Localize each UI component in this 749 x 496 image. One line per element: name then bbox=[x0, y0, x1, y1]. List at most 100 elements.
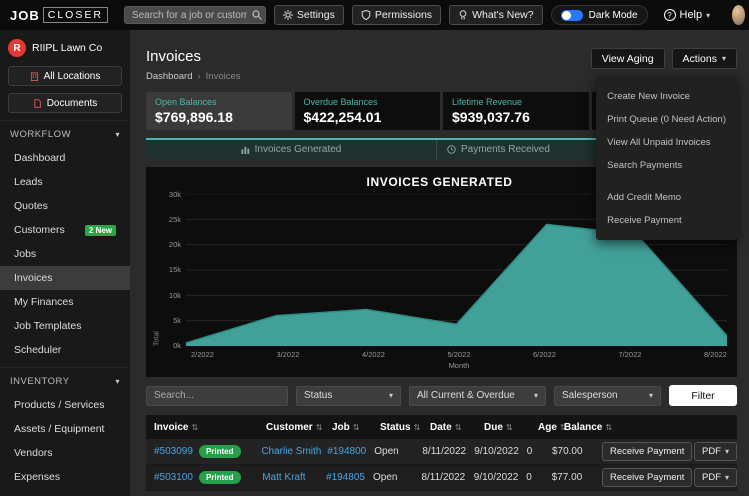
header-job: Job⇅ bbox=[324, 422, 372, 433]
due-cell: 9/10/2022 bbox=[466, 472, 519, 483]
menu-item-create-new-invoice[interactable]: Create New Invoice bbox=[596, 85, 737, 108]
status-select-value: Status bbox=[304, 390, 332, 401]
due-cell: 9/10/2022 bbox=[466, 446, 519, 457]
sidebar-item-label: Dashboard bbox=[14, 152, 65, 164]
documents-button[interactable]: Documents bbox=[8, 93, 122, 113]
sort-icon[interactable]: ⇅ bbox=[506, 423, 513, 432]
y-tick-label: 0k bbox=[162, 341, 181, 350]
receive-payment-button[interactable]: Receive Payment bbox=[602, 442, 692, 461]
current-overdue-select[interactable]: All Current & Overdue ▾ bbox=[409, 386, 546, 406]
y-tick-label: 25k bbox=[162, 215, 181, 224]
stat-card-open-balances[interactable]: Open Balances $769,896.18 bbox=[146, 92, 292, 130]
x-tick-label: 7/2022 bbox=[619, 350, 642, 359]
lightbulb-icon bbox=[458, 10, 468, 20]
document-icon bbox=[33, 99, 42, 108]
stat-card-overdue-balances[interactable]: Overdue Balances $422,254.01 bbox=[295, 92, 441, 130]
app-logo: JOB CLOSER bbox=[10, 7, 108, 23]
menu-item-view-all-unpaid-invoices[interactable]: View All Unpaid Invoices bbox=[596, 131, 737, 154]
sidebar-section-workflow[interactable]: WORKFLOW ▾ bbox=[0, 120, 130, 146]
user-menu[interactable]: Billy Kraft ▾ bbox=[732, 3, 749, 27]
sidebar: R RIIPL Lawn Co All Locations Documents … bbox=[0, 30, 130, 496]
menu-item-receive-payment[interactable]: Receive Payment bbox=[596, 209, 737, 232]
sidebar-section-inventory[interactable]: INVENTORY ▾ bbox=[0, 367, 130, 393]
chevron-down-icon: ▾ bbox=[725, 473, 729, 482]
sidebar-item-label: Invoices bbox=[14, 272, 53, 284]
receive-payment-button[interactable]: Receive Payment bbox=[602, 468, 692, 487]
company-selector[interactable]: R RIIPL Lawn Co bbox=[0, 39, 130, 66]
permissions-button[interactable]: Permissions bbox=[352, 5, 441, 25]
sidebar-item-jobs[interactable]: Jobs bbox=[0, 242, 130, 266]
header-due: Due⇅ bbox=[476, 422, 530, 433]
sidebar-item-quotes[interactable]: Quotes bbox=[0, 194, 130, 218]
chart-y-axis: Total 30k25k20k15k10k5k0k bbox=[152, 194, 186, 346]
sidebar-item-customers[interactable]: Customers 2 New bbox=[0, 218, 130, 242]
tab-label: Invoices Generated bbox=[255, 144, 342, 155]
stat-card-lifetime-revenue[interactable]: Lifetime Revenue $939,037.76 bbox=[443, 92, 589, 130]
sort-icon[interactable]: ⇅ bbox=[455, 423, 462, 432]
sidebar-item-dashboard[interactable]: Dashboard bbox=[0, 146, 130, 170]
sidebar-item-vendors[interactable]: Vendors bbox=[0, 441, 130, 465]
actions-button[interactable]: Actions ▾ bbox=[672, 48, 737, 69]
global-search-input[interactable] bbox=[124, 6, 266, 24]
sidebar-item-leads[interactable]: Leads bbox=[0, 170, 130, 194]
all-locations-button[interactable]: All Locations bbox=[8, 66, 122, 86]
sidebar-item-my-finances[interactable]: My Finances bbox=[0, 290, 130, 314]
table-row: #503100Printed Matt Kraft #194805 Open 8… bbox=[146, 465, 737, 491]
header-actions: View Aging Actions ▾ bbox=[591, 48, 737, 69]
customers-new-badge: 2 New bbox=[85, 225, 116, 236]
job-link[interactable]: #194800 bbox=[327, 446, 366, 457]
stat-label: Overdue Balances bbox=[304, 97, 432, 107]
stat-label: Open Balances bbox=[155, 97, 283, 107]
sidebar-item-expenses[interactable]: Expenses bbox=[0, 465, 130, 489]
sidebar-item-invoices[interactable]: Invoices bbox=[0, 266, 130, 290]
topbar: JOB CLOSER Settings Permissions What's N… bbox=[0, 0, 749, 30]
invoice-link[interactable]: #503099 bbox=[154, 446, 193, 457]
toggle-knob bbox=[562, 11, 571, 20]
filter-row: Status ▾ All Current & Overdue ▾ Salespe… bbox=[146, 385, 737, 406]
balance-cell: $77.00 bbox=[544, 472, 594, 483]
menu-item-print-queue[interactable]: Print Queue (0 Need Action) bbox=[596, 108, 737, 131]
whats-new-button[interactable]: What's New? bbox=[449, 5, 543, 25]
title-block: Invoices Dashboard › Invoices bbox=[146, 48, 241, 82]
menu-item-add-credit-memo[interactable]: Add Credit Memo bbox=[596, 186, 737, 209]
sidebar-item-scheduler[interactable]: Scheduler bbox=[0, 338, 130, 362]
sort-icon[interactable]: ⇅ bbox=[605, 423, 612, 432]
pdf-dropdown-button[interactable]: PDF▾ bbox=[694, 442, 737, 461]
sort-icon[interactable]: ⇅ bbox=[414, 423, 421, 432]
shield-icon bbox=[361, 10, 371, 20]
sidebar-item-mileage[interactable]: Mileage bbox=[0, 489, 130, 496]
dark-mode-toggle[interactable]: Dark Mode bbox=[551, 5, 648, 25]
salesperson-select[interactable]: Salesperson ▾ bbox=[554, 386, 661, 406]
invoice-link[interactable]: #503100 bbox=[154, 472, 193, 483]
pdf-dropdown-button[interactable]: PDF▾ bbox=[694, 468, 737, 487]
job-link[interactable]: #194805 bbox=[326, 472, 365, 483]
customer-link[interactable]: Charlie Smith bbox=[261, 446, 321, 457]
table-search-input[interactable] bbox=[146, 386, 288, 406]
permissions-label: Permissions bbox=[375, 9, 432, 21]
sort-icon[interactable]: ⇅ bbox=[191, 423, 198, 432]
search-icon bbox=[252, 10, 262, 20]
customer-link[interactable]: Matt Kraft bbox=[262, 472, 305, 483]
toggle-track[interactable] bbox=[561, 10, 583, 21]
settings-button[interactable]: Settings bbox=[274, 5, 344, 25]
workflow-header-label: WORKFLOW bbox=[10, 129, 71, 140]
user-avatar bbox=[732, 5, 745, 25]
menu-item-search-payments[interactable]: Search Payments bbox=[596, 154, 737, 177]
sidebar-item-label: Scheduler bbox=[14, 344, 61, 356]
sort-icon[interactable]: ⇅ bbox=[353, 423, 360, 432]
help-menu[interactable]: ? Help ▾ bbox=[664, 9, 711, 21]
x-tick-label: 4/2022 bbox=[362, 350, 385, 359]
stat-value: $422,254.01 bbox=[304, 109, 432, 125]
help-icon: ? bbox=[664, 9, 676, 21]
view-aging-button[interactable]: View Aging bbox=[591, 48, 665, 69]
main-content: Invoices Dashboard › Invoices View Aging… bbox=[130, 30, 749, 496]
sidebar-item-products-services[interactable]: Products / Services bbox=[0, 393, 130, 417]
sort-icon[interactable]: ⇅ bbox=[316, 423, 323, 432]
breadcrumb-dashboard[interactable]: Dashboard bbox=[146, 71, 192, 82]
filter-button[interactable]: Filter bbox=[669, 385, 737, 406]
sidebar-item-assets-equipment[interactable]: Assets / Equipment bbox=[0, 417, 130, 441]
tab-invoices-generated[interactable]: Invoices Generated bbox=[146, 140, 436, 159]
sidebar-item-job-templates[interactable]: Job Templates bbox=[0, 314, 130, 338]
status-select[interactable]: Status ▾ bbox=[296, 386, 401, 406]
stat-label: Lifetime Revenue bbox=[452, 97, 580, 107]
